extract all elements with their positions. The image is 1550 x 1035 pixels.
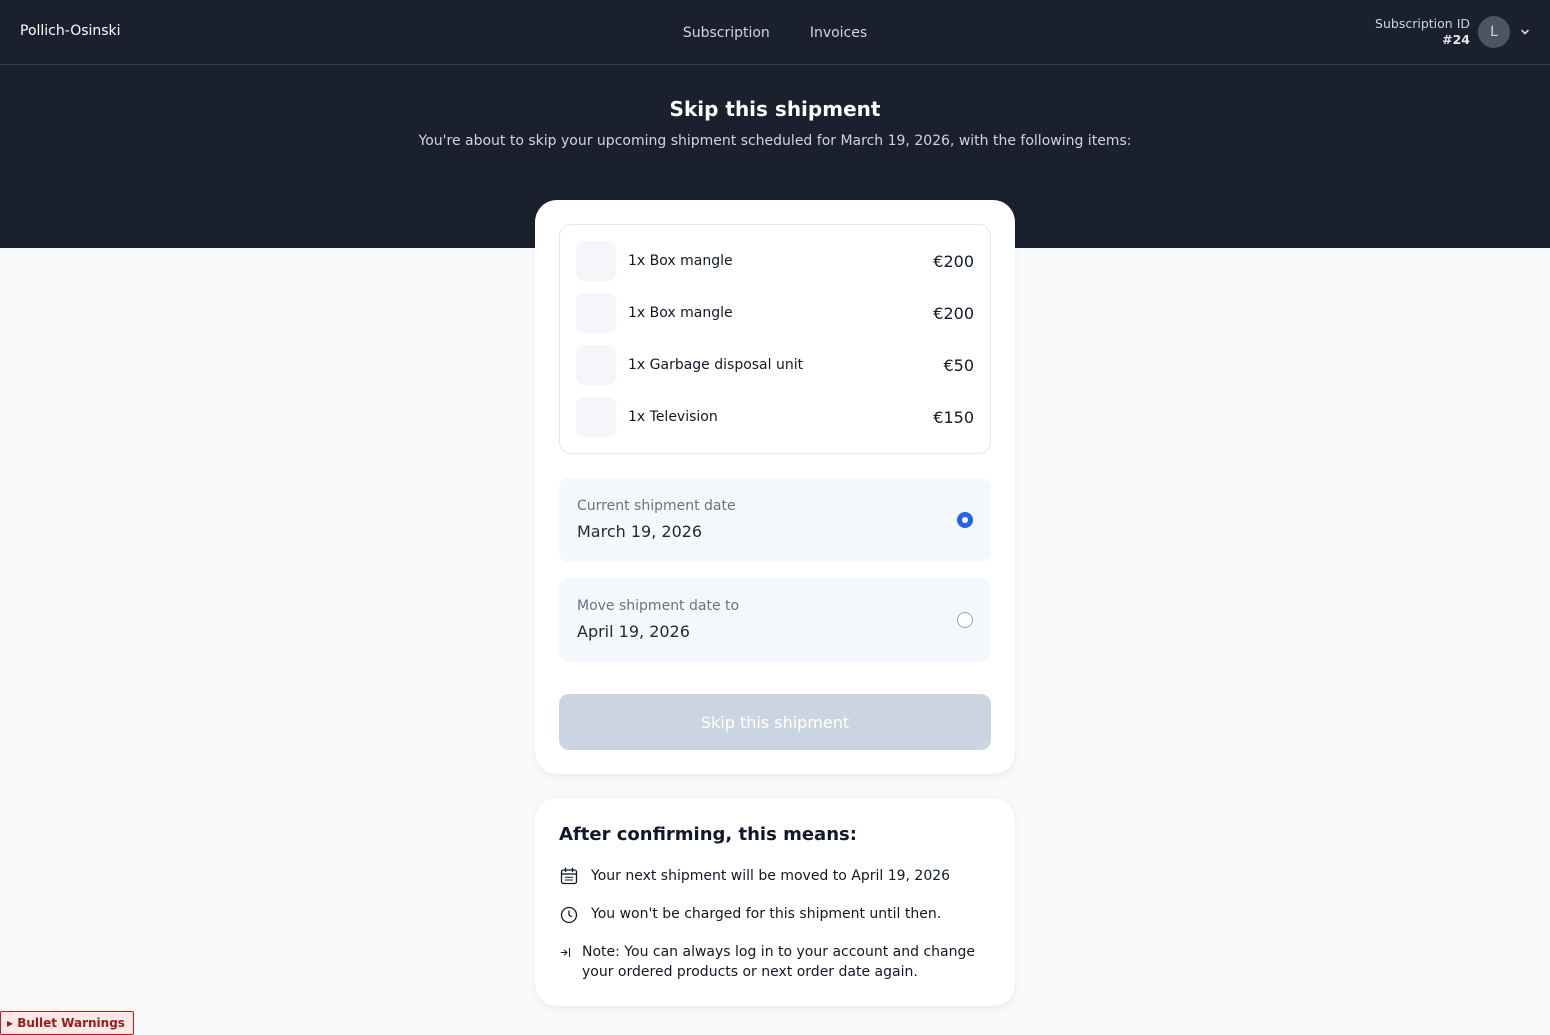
- info-row-note: Note: You can always log in to your acco…: [559, 942, 991, 982]
- subscription-id: Subscription ID #24: [1375, 16, 1470, 48]
- current-date-label: Current shipment date: [577, 498, 736, 514]
- subscription-id-label: Subscription ID: [1375, 16, 1470, 31]
- nav-subscription[interactable]: Subscription: [683, 25, 770, 41]
- chevron-down-icon[interactable]: [1518, 25, 1532, 39]
- nav-invoices[interactable]: Invoices: [810, 25, 867, 41]
- current-date-value: March 19, 2026: [577, 522, 703, 541]
- move-date-option[interactable]: Move shipment date to April 19, 2026: [559, 578, 991, 662]
- info-row-date: Your next shipment will be moved to Apri…: [559, 866, 991, 886]
- skip-shipment-button[interactable]: Skip this shipment: [559, 694, 991, 750]
- account-menu[interactable]: Subscription ID #24 L: [1375, 16, 1532, 48]
- list-item: 1x Garbage disposal unit €50: [576, 345, 974, 385]
- top-bar: Pollich-Osinski Subscription Invoices Su…: [0, 0, 1550, 65]
- item-name: 1x Television: [628, 409, 718, 425]
- list-item: 1x Television €150: [576, 397, 974, 437]
- skip-shipment-card: 1x Box mangle €200 1x Box mangle €200 1x…: [535, 200, 1015, 774]
- item-price: €200: [933, 303, 974, 323]
- info-text: Your next shipment will be moved to Apri…: [591, 868, 951, 884]
- product-thumbnail: [576, 345, 616, 385]
- item-name: 1x Box mangle: [628, 305, 733, 321]
- clock-icon: [559, 904, 579, 924]
- avatar[interactable]: L: [1478, 16, 1510, 48]
- current-date-radio[interactable]: [957, 512, 973, 528]
- product-thumbnail: [576, 293, 616, 333]
- list-item: 1x Box mangle €200: [576, 293, 974, 333]
- product-thumbnail: [576, 397, 616, 437]
- item-name: 1x Garbage disposal unit: [628, 357, 804, 373]
- login-arrow-icon: [559, 942, 571, 962]
- info-title: After confirming, this means:: [559, 824, 857, 845]
- move-date-value: April 19, 2026: [577, 622, 690, 641]
- item-price: €200: [933, 251, 974, 271]
- page-title: Skip this shipment: [669, 97, 881, 121]
- item-price: €150: [933, 407, 974, 427]
- confirmation-info-card: After confirming, this means: Your next …: [535, 798, 1015, 1006]
- info-text: Note: You can always log in to your acco…: [582, 944, 975, 980]
- shipment-items-list: 1x Box mangle €200 1x Box mangle €200 1x…: [559, 224, 991, 454]
- info-text: You won't be charged for this shipment u…: [591, 906, 942, 922]
- product-thumbnail: [576, 241, 616, 281]
- move-date-label: Move shipment date to: [577, 598, 740, 614]
- subscription-id-value: #24: [1442, 32, 1470, 47]
- move-date-radio[interactable]: [957, 612, 973, 628]
- item-price: €50: [943, 355, 974, 375]
- info-row-charge: You won't be charged for this shipment u…: [559, 904, 991, 924]
- current-date-option[interactable]: Current shipment date March 19, 2026: [559, 478, 991, 562]
- page-subtitle: You're about to skip your upcoming shipm…: [418, 133, 1132, 149]
- calendar-icon: [559, 866, 579, 886]
- list-item: 1x Box mangle €200: [576, 241, 974, 281]
- main-nav: Subscription Invoices: [0, 25, 1550, 41]
- item-name: 1x Box mangle: [628, 253, 733, 269]
- bullet-warnings-toggle[interactable]: ▸ Bullet Warnings: [0, 1011, 134, 1035]
